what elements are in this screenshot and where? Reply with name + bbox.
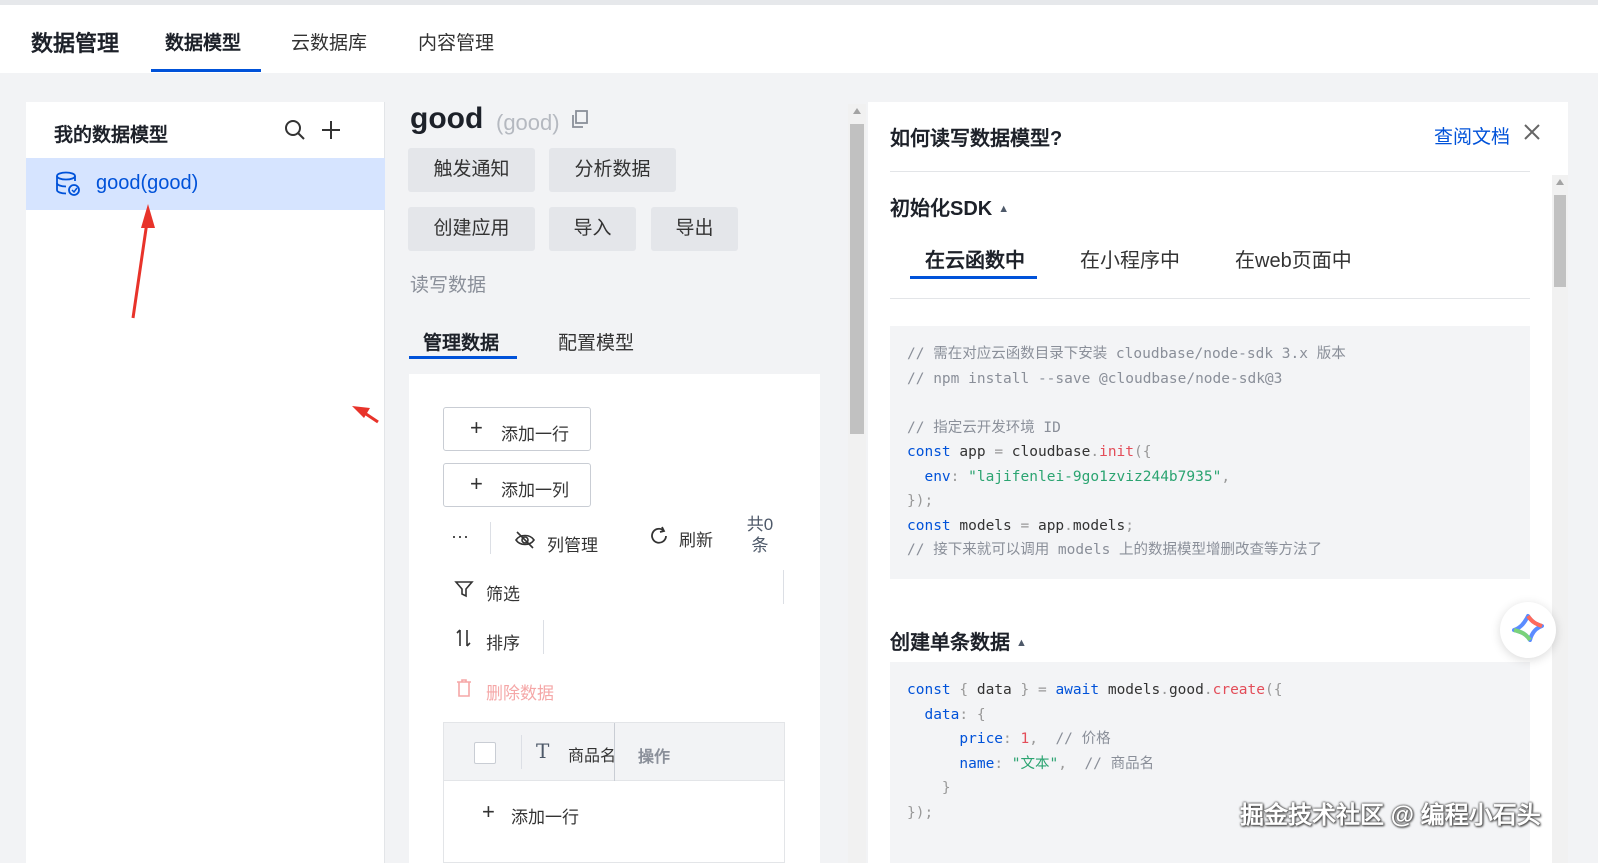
record-count: 共0条 — [746, 515, 774, 555]
sidebar-item-good[interactable]: good(good) — [26, 158, 385, 210]
section-label: 读写数据 — [410, 275, 487, 296]
model-name: good — [410, 102, 484, 135]
plus-icon[interactable] — [319, 118, 343, 142]
scrollbar-thumb[interactable] — [1554, 195, 1566, 287]
tab-content-management[interactable]: 内容管理 — [418, 28, 494, 55]
active-tab-indicator — [151, 69, 261, 72]
caret-up-icon: ▲ — [998, 203, 1010, 215]
tab-manage-data[interactable]: 管理数据 — [423, 328, 499, 355]
import-button[interactable]: 导入 — [549, 207, 636, 251]
help-title: 如何读写数据模型? — [890, 128, 1063, 150]
close-icon[interactable] — [1522, 122, 1542, 142]
database-icon — [54, 170, 82, 198]
divider — [783, 570, 784, 604]
tab-configure-model[interactable]: 配置模型 — [558, 328, 634, 355]
add-row-button[interactable]: + 添加一行 — [443, 407, 591, 451]
app-title: 数据管理 — [31, 31, 120, 56]
filter-icon — [454, 581, 474, 598]
view-docs-link[interactable]: 查阅文档 — [1434, 122, 1510, 149]
section-create-single[interactable]: 创建单条数据 ▲ — [890, 626, 1027, 655]
watermark: 掘金技术社区 @ 编程小石头 — [1240, 802, 1541, 829]
plus-icon: + — [470, 415, 483, 440]
select-all-checkbox[interactable] — [474, 742, 496, 764]
model-id: (good) — [496, 110, 560, 135]
sort-icon — [456, 629, 471, 647]
tab-cloud-database[interactable]: 云数据库 — [291, 28, 367, 55]
create-code-block: const { data } = await models.good.creat… — [890, 662, 1530, 863]
browser-strip — [0, 0, 1598, 5]
section-init-sdk[interactable]: 初始化SDK ▲ — [890, 192, 1009, 221]
refresh-button[interactable]: 刷新 — [648, 525, 728, 550]
sort-button[interactable]: 排序 — [454, 628, 534, 653]
subtab-indicator — [409, 356, 517, 359]
refresh-icon — [651, 526, 667, 544]
more-button[interactable]: ··· — [451, 526, 469, 547]
code-line: const app = cloudbase.init({ — [907, 444, 1152, 460]
middle-scrollbar[interactable] — [848, 104, 866, 863]
scrollbar-thumb[interactable] — [850, 124, 864, 434]
add-column-button[interactable]: + 添加一列 — [443, 463, 591, 507]
assistant-icon — [1512, 614, 1544, 642]
divider — [543, 620, 544, 654]
plus-icon: + — [482, 799, 495, 824]
init-code-block: // 需在对应云函数目录下安装 cloudbase/node-sdk 3.x 版… — [890, 326, 1530, 579]
assistant-button[interactable] — [1500, 602, 1556, 658]
delete-data-button[interactable]: 删除数据 — [454, 678, 554, 703]
help-panel: 如何读写数据模型? 查阅文档 初始化SDK ▲ 在云函数中 在小程序中 在web页… — [868, 102, 1568, 863]
sidebar-item-label: good(good) — [96, 172, 199, 194]
model-sidebar: 我的数据模型 good(good) — [26, 102, 385, 863]
column-header-name[interactable]: 商品名 — [568, 742, 615, 766]
tab-mini-program[interactable]: 在小程序中 — [1080, 244, 1180, 273]
trash-icon — [457, 679, 471, 697]
tab-cloud-function[interactable]: 在云函数中 — [925, 244, 1025, 273]
column-manage-button[interactable]: 列管理 — [514, 529, 624, 555]
search-icon[interactable] — [283, 118, 307, 142]
plus-icon: + — [470, 471, 483, 496]
create-app-button[interactable]: 创建应用 — [408, 207, 535, 251]
help-scrollbar[interactable] — [1552, 175, 1568, 863]
top-nav: 数据管理 数据模型 云数据库 内容管理 — [0, 0, 1598, 73]
export-button[interactable]: 导出 — [651, 207, 738, 251]
trigger-notify-button[interactable]: 触发通知 — [408, 148, 535, 192]
text-type-icon: T — [536, 739, 550, 763]
filter-button[interactable]: 筛选 — [454, 579, 534, 604]
analyze-data-button[interactable]: 分析数据 — [549, 148, 676, 192]
table-add-row-button[interactable]: + 添加一行 — [482, 799, 632, 827]
eye-off-icon — [515, 531, 535, 549]
data-table: T 商品名 操作 + 添加一行 — [443, 722, 785, 863]
caret-up-icon: ▲ — [1016, 637, 1027, 649]
tab-web-page[interactable]: 在web页面中 — [1235, 244, 1352, 273]
column-header-actions: 操作 — [638, 749, 671, 766]
copy-icon[interactable] — [571, 110, 589, 128]
sidebar-title: 我的数据模型 — [54, 125, 169, 146]
data-card: + 添加一行 + 添加一列 ··· 列管理 刷新 共0条 筛选 排序 删除数据 … — [409, 374, 820, 863]
tab-data-model[interactable]: 数据模型 — [165, 28, 241, 55]
divider — [490, 522, 491, 554]
table-header: T 商品名 操作 — [444, 723, 784, 781]
